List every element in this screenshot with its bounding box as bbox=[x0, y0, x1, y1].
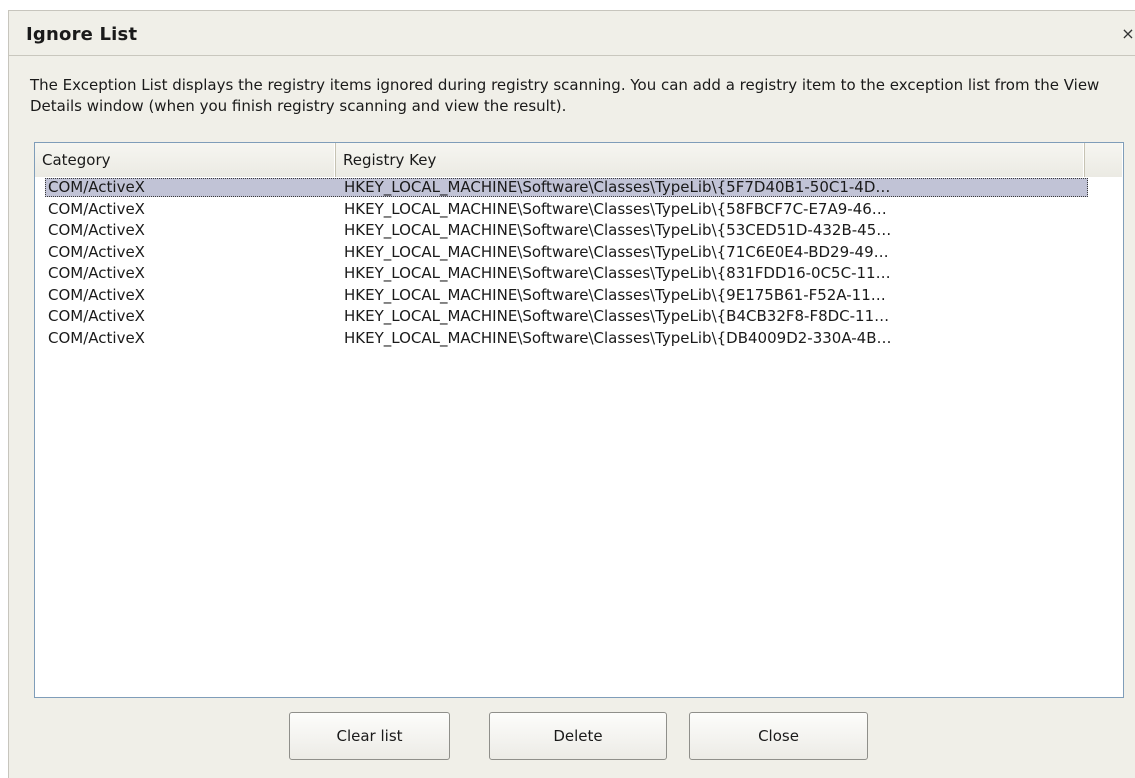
cell-registry-key: HKEY_LOCAL_MACHINE\Software\Classes\Type… bbox=[344, 307, 890, 325]
close-icon[interactable]: × bbox=[1121, 25, 1135, 43]
close-button[interactable]: Close bbox=[689, 712, 868, 760]
exception-list[interactable]: Category Registry Key COM/ActiveX HKEY_LO… bbox=[34, 142, 1124, 698]
cell-registry-key: HKEY_LOCAL_MACHINE\Software\Classes\Type… bbox=[344, 264, 891, 282]
cell-registry-key: HKEY_LOCAL_MACHINE\Software\Classes\Type… bbox=[344, 328, 892, 347]
cell-registry-key: HKEY_LOCAL_MACHINE\Software\Classes\Type… bbox=[344, 285, 886, 304]
cell-category: COM/ActiveX bbox=[48, 242, 145, 261]
ignore-list-dialog: Ignore List × The Exception List display… bbox=[8, 10, 1135, 778]
column-header-registry-key[interactable]: Registry Key bbox=[336, 143, 1085, 177]
cell-registry-key: HKEY_LOCAL_MACHINE\Software\Classes\Type… bbox=[344, 242, 889, 261]
dialog-title: Ignore List bbox=[26, 24, 138, 45]
title-divider bbox=[9, 55, 1135, 56]
list-rows: COM/ActiveX HKEY_LOCAL_MACHINE\Software\C… bbox=[35, 177, 1123, 349]
cell-category: COM/ActiveX bbox=[48, 221, 145, 239]
list-item[interactable]: COM/ActiveX HKEY_LOCAL_MACHINE\Software\C… bbox=[35, 242, 1123, 264]
cell-registry-key: HKEY_LOCAL_MACHINE\Software\Classes\Type… bbox=[344, 199, 887, 218]
cell-category: COM/ActiveX bbox=[48, 178, 145, 196]
column-header-category[interactable]: Category bbox=[35, 143, 336, 177]
button-bar: Clear list Delete Close bbox=[9, 712, 1135, 762]
list-header: Category Registry Key bbox=[35, 143, 1123, 177]
description-text: The Exception List displays the registry… bbox=[30, 76, 1100, 115]
list-item[interactable]: COM/ActiveX HKEY_LOCAL_MACHINE\Software\C… bbox=[35, 328, 1123, 350]
list-item[interactable]: COM/ActiveX HKEY_LOCAL_MACHINE\Software\C… bbox=[35, 285, 1123, 307]
cell-category: COM/ActiveX bbox=[48, 285, 145, 304]
cell-registry-key: HKEY_LOCAL_MACHINE\Software\Classes\Type… bbox=[344, 178, 891, 196]
list-item[interactable]: COM/ActiveX HKEY_LOCAL_MACHINE\Software\C… bbox=[35, 199, 1123, 221]
cell-registry-key: HKEY_LOCAL_MACHINE\Software\Classes\Type… bbox=[344, 221, 892, 239]
cell-category: COM/ActiveX bbox=[48, 328, 145, 347]
list-item[interactable]: COM/ActiveX HKEY_LOCAL_MACHINE\Software\C… bbox=[35, 306, 1123, 328]
list-item[interactable]: COM/ActiveX HKEY_LOCAL_MACHINE\Software\C… bbox=[35, 263, 1123, 285]
list-item[interactable]: COM/ActiveX HKEY_LOCAL_MACHINE\Software\C… bbox=[35, 177, 1123, 199]
cell-category: COM/ActiveX bbox=[48, 264, 145, 282]
list-item[interactable]: COM/ActiveX HKEY_LOCAL_MACHINE\Software\C… bbox=[35, 220, 1123, 242]
cell-category: COM/ActiveX bbox=[48, 307, 145, 325]
clear-list-button[interactable]: Clear list bbox=[289, 712, 450, 760]
cell-category: COM/ActiveX bbox=[48, 199, 145, 218]
title-bar: Ignore List × bbox=[9, 11, 1135, 55]
delete-button[interactable]: Delete bbox=[489, 712, 667, 760]
column-header-filler bbox=[1085, 143, 1123, 177]
